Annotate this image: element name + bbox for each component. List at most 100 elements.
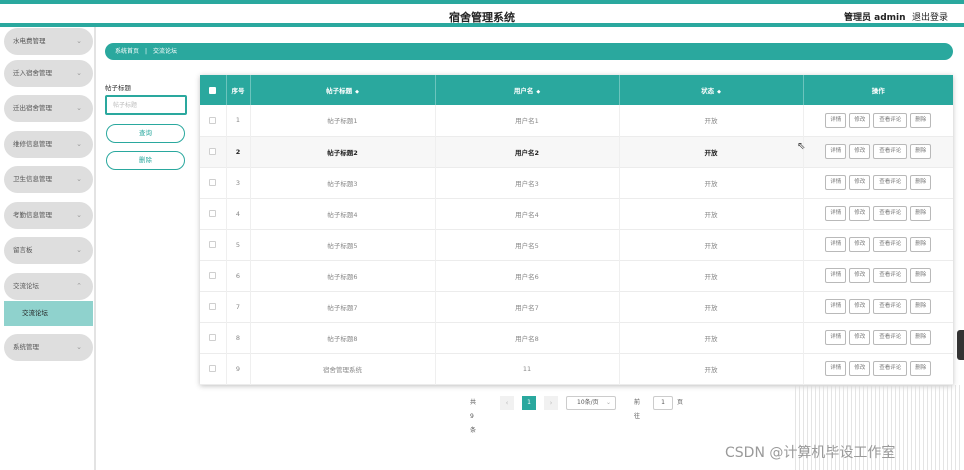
- view-comments-button[interactable]: 查看评论: [873, 112, 908, 128]
- table-row[interactable]: 3 帖子标题3 用户名3 开放 详情 修改 查看评论 删除: [200, 167, 953, 198]
- sidebar-item-label: 留言板: [13, 246, 33, 254]
- view-comments-button[interactable]: 查看评论: [873, 299, 908, 314]
- prev-page-button[interactable]: ‹: [500, 396, 514, 410]
- sort-icon[interactable]: ◆: [536, 89, 540, 95]
- detail-button[interactable]: 详情: [825, 237, 847, 252]
- row-checkbox[interactable]: [209, 116, 217, 124]
- column-header-title[interactable]: 帖子标题 ◆: [250, 75, 436, 105]
- cell-index: 9: [226, 353, 251, 384]
- logout-link[interactable]: 退出登录: [912, 10, 948, 23]
- cell-title: 帖子标题8: [250, 322, 436, 353]
- side-scroll-tab[interactable]: [957, 330, 964, 360]
- row-checkbox[interactable]: [209, 334, 217, 341]
- detail-button[interactable]: 详情: [825, 144, 847, 159]
- table-row[interactable]: 6 帖子标题6 用户名6 开放 详情 修改 查看评论 删除: [200, 260, 953, 291]
- edit-button[interactable]: 修改: [849, 206, 871, 221]
- row-delete-button[interactable]: 删除: [910, 299, 932, 314]
- next-page-button[interactable]: ›: [544, 396, 558, 410]
- row-checkbox[interactable]: [209, 303, 217, 310]
- edit-button[interactable]: 修改: [849, 144, 871, 159]
- cell-status: 开放: [619, 291, 804, 322]
- edit-button[interactable]: 修改: [849, 330, 871, 345]
- column-header-status[interactable]: 状态 ◆: [619, 75, 804, 105]
- page-number-current[interactable]: 1: [522, 396, 536, 410]
- page-size-select[interactable]: 10条/页 ⌄: [566, 396, 616, 410]
- row-delete-button[interactable]: 删除: [910, 112, 932, 128]
- row-checkbox[interactable]: [209, 179, 217, 186]
- edit-button[interactable]: 修改: [849, 175, 871, 190]
- edit-button[interactable]: 修改: [849, 112, 871, 128]
- sort-icon[interactable]: ◆: [355, 89, 359, 95]
- sidebar-item-hygiene[interactable]: 卫生信息管理 ⌄: [4, 166, 93, 193]
- detail-button[interactable]: 详情: [825, 361, 847, 376]
- cell-user: 用户名6: [435, 260, 620, 291]
- breadcrumb-home[interactable]: 系统首页: [115, 48, 139, 55]
- row-delete-button[interactable]: 删除: [910, 144, 932, 159]
- edit-button[interactable]: 修改: [849, 361, 871, 376]
- sidebar-subitem-forum[interactable]: 交流论坛: [4, 301, 93, 326]
- sidebar-item-move-in[interactable]: 迁入宿舍管理 ⌄: [4, 60, 93, 87]
- delete-button[interactable]: 删除: [106, 151, 185, 170]
- view-comments-button[interactable]: 查看评论: [873, 330, 908, 345]
- goto-page-input[interactable]: 1: [653, 396, 673, 410]
- view-comments-button[interactable]: 查看评论: [873, 268, 908, 283]
- sidebar-item-label: 水电费管理: [13, 37, 46, 45]
- detail-button[interactable]: 详情: [825, 330, 847, 345]
- search-input[interactable]: [105, 95, 187, 115]
- edit-button[interactable]: 修改: [849, 299, 871, 314]
- view-comments-button[interactable]: 查看评论: [873, 206, 908, 221]
- row-select-cell: [200, 260, 227, 291]
- row-checkbox[interactable]: [209, 241, 217, 248]
- row-delete-button[interactable]: 删除: [910, 330, 932, 345]
- row-delete-button[interactable]: 删除: [910, 175, 932, 190]
- row-delete-button[interactable]: 删除: [910, 361, 932, 376]
- detail-button[interactable]: 详情: [825, 299, 847, 314]
- view-comments-button[interactable]: 查看评论: [873, 237, 908, 252]
- sidebar-item-utility-fees[interactable]: 水电费管理 ⌄: [4, 28, 93, 55]
- edit-button[interactable]: 修改: [849, 237, 871, 252]
- table-row[interactable]: 9 宿舍管理系统 11 开放 详情 修改 查看评论 删除: [200, 353, 953, 384]
- query-button[interactable]: 查询: [106, 124, 185, 143]
- edit-button[interactable]: 修改: [849, 268, 871, 283]
- row-checkbox[interactable]: [209, 365, 217, 372]
- sidebar-item-repair[interactable]: 维修信息管理 ⌄: [4, 131, 93, 158]
- table-row[interactable]: 2 帖子标题2 用户名2 开放 详情 修改 查看评论 删除: [200, 136, 953, 167]
- table-row[interactable]: 4 帖子标题4 用户名4 开放 详情 修改 查看评论 删除: [200, 198, 953, 229]
- cell-title: 帖子标题5: [250, 229, 436, 260]
- chevron-down-icon: ⌄: [76, 175, 82, 183]
- view-comments-button[interactable]: 查看评论: [873, 361, 908, 376]
- sort-icon[interactable]: ◆: [717, 89, 721, 95]
- cell-status: 开放: [619, 105, 804, 136]
- detail-button[interactable]: 详情: [825, 112, 847, 128]
- detail-button[interactable]: 详情: [825, 268, 847, 283]
- detail-button[interactable]: 详情: [825, 206, 847, 221]
- table-row[interactable]: 7 帖子标题7 用户名7 开放 详情 修改 查看评论 删除: [200, 291, 953, 322]
- sidebar-item-attendance[interactable]: 考勤信息管理 ⌄: [4, 202, 93, 229]
- cell-actions: 详情 修改 查看评论 删除: [803, 260, 953, 291]
- sidebar-item-system[interactable]: 系统管理 ⌄: [4, 334, 93, 361]
- sidebar-item-label: 考勤信息管理: [13, 211, 52, 219]
- table-row[interactable]: 8 帖子标题8 用户名8 开放 详情 修改 查看评论 删除: [200, 322, 953, 353]
- row-checkbox[interactable]: [209, 210, 217, 217]
- sidebar-item-message-board[interactable]: 留言板 ⌄: [4, 237, 93, 264]
- detail-button[interactable]: 详情: [825, 175, 847, 190]
- row-checkbox[interactable]: [209, 272, 217, 279]
- row-delete-button[interactable]: 删除: [910, 237, 932, 252]
- cell-user: 用户名3: [435, 167, 620, 198]
- row-select-cell: [200, 291, 227, 322]
- row-delete-button[interactable]: 删除: [910, 268, 932, 283]
- row-checkbox[interactable]: [209, 148, 217, 155]
- view-comments-button[interactable]: 查看评论: [873, 175, 908, 190]
- sidebar-item-move-out[interactable]: 迁出宿舍管理 ⌄: [4, 95, 93, 122]
- sidebar-item-forum[interactable]: 交流论坛 ⌃: [4, 273, 93, 300]
- select-all-checkbox[interactable]: [209, 86, 217, 94]
- row-delete-button[interactable]: 删除: [910, 206, 932, 221]
- sidebar-item-label: 卫生信息管理: [13, 175, 52, 183]
- cell-status: 开放: [619, 229, 804, 260]
- table-row[interactable]: 5 帖子标题5 用户名5 开放 详情 修改 查看评论 删除: [200, 229, 953, 260]
- view-comments-button[interactable]: 查看评论: [873, 144, 908, 159]
- select-all-header: [200, 75, 227, 105]
- table-row[interactable]: 1 帖子标题1 用户名1 开放 详情 修改 查看评论 删除: [200, 105, 953, 136]
- column-header-label: 用户名: [513, 87, 534, 95]
- column-header-user[interactable]: 用户名 ◆: [435, 75, 620, 105]
